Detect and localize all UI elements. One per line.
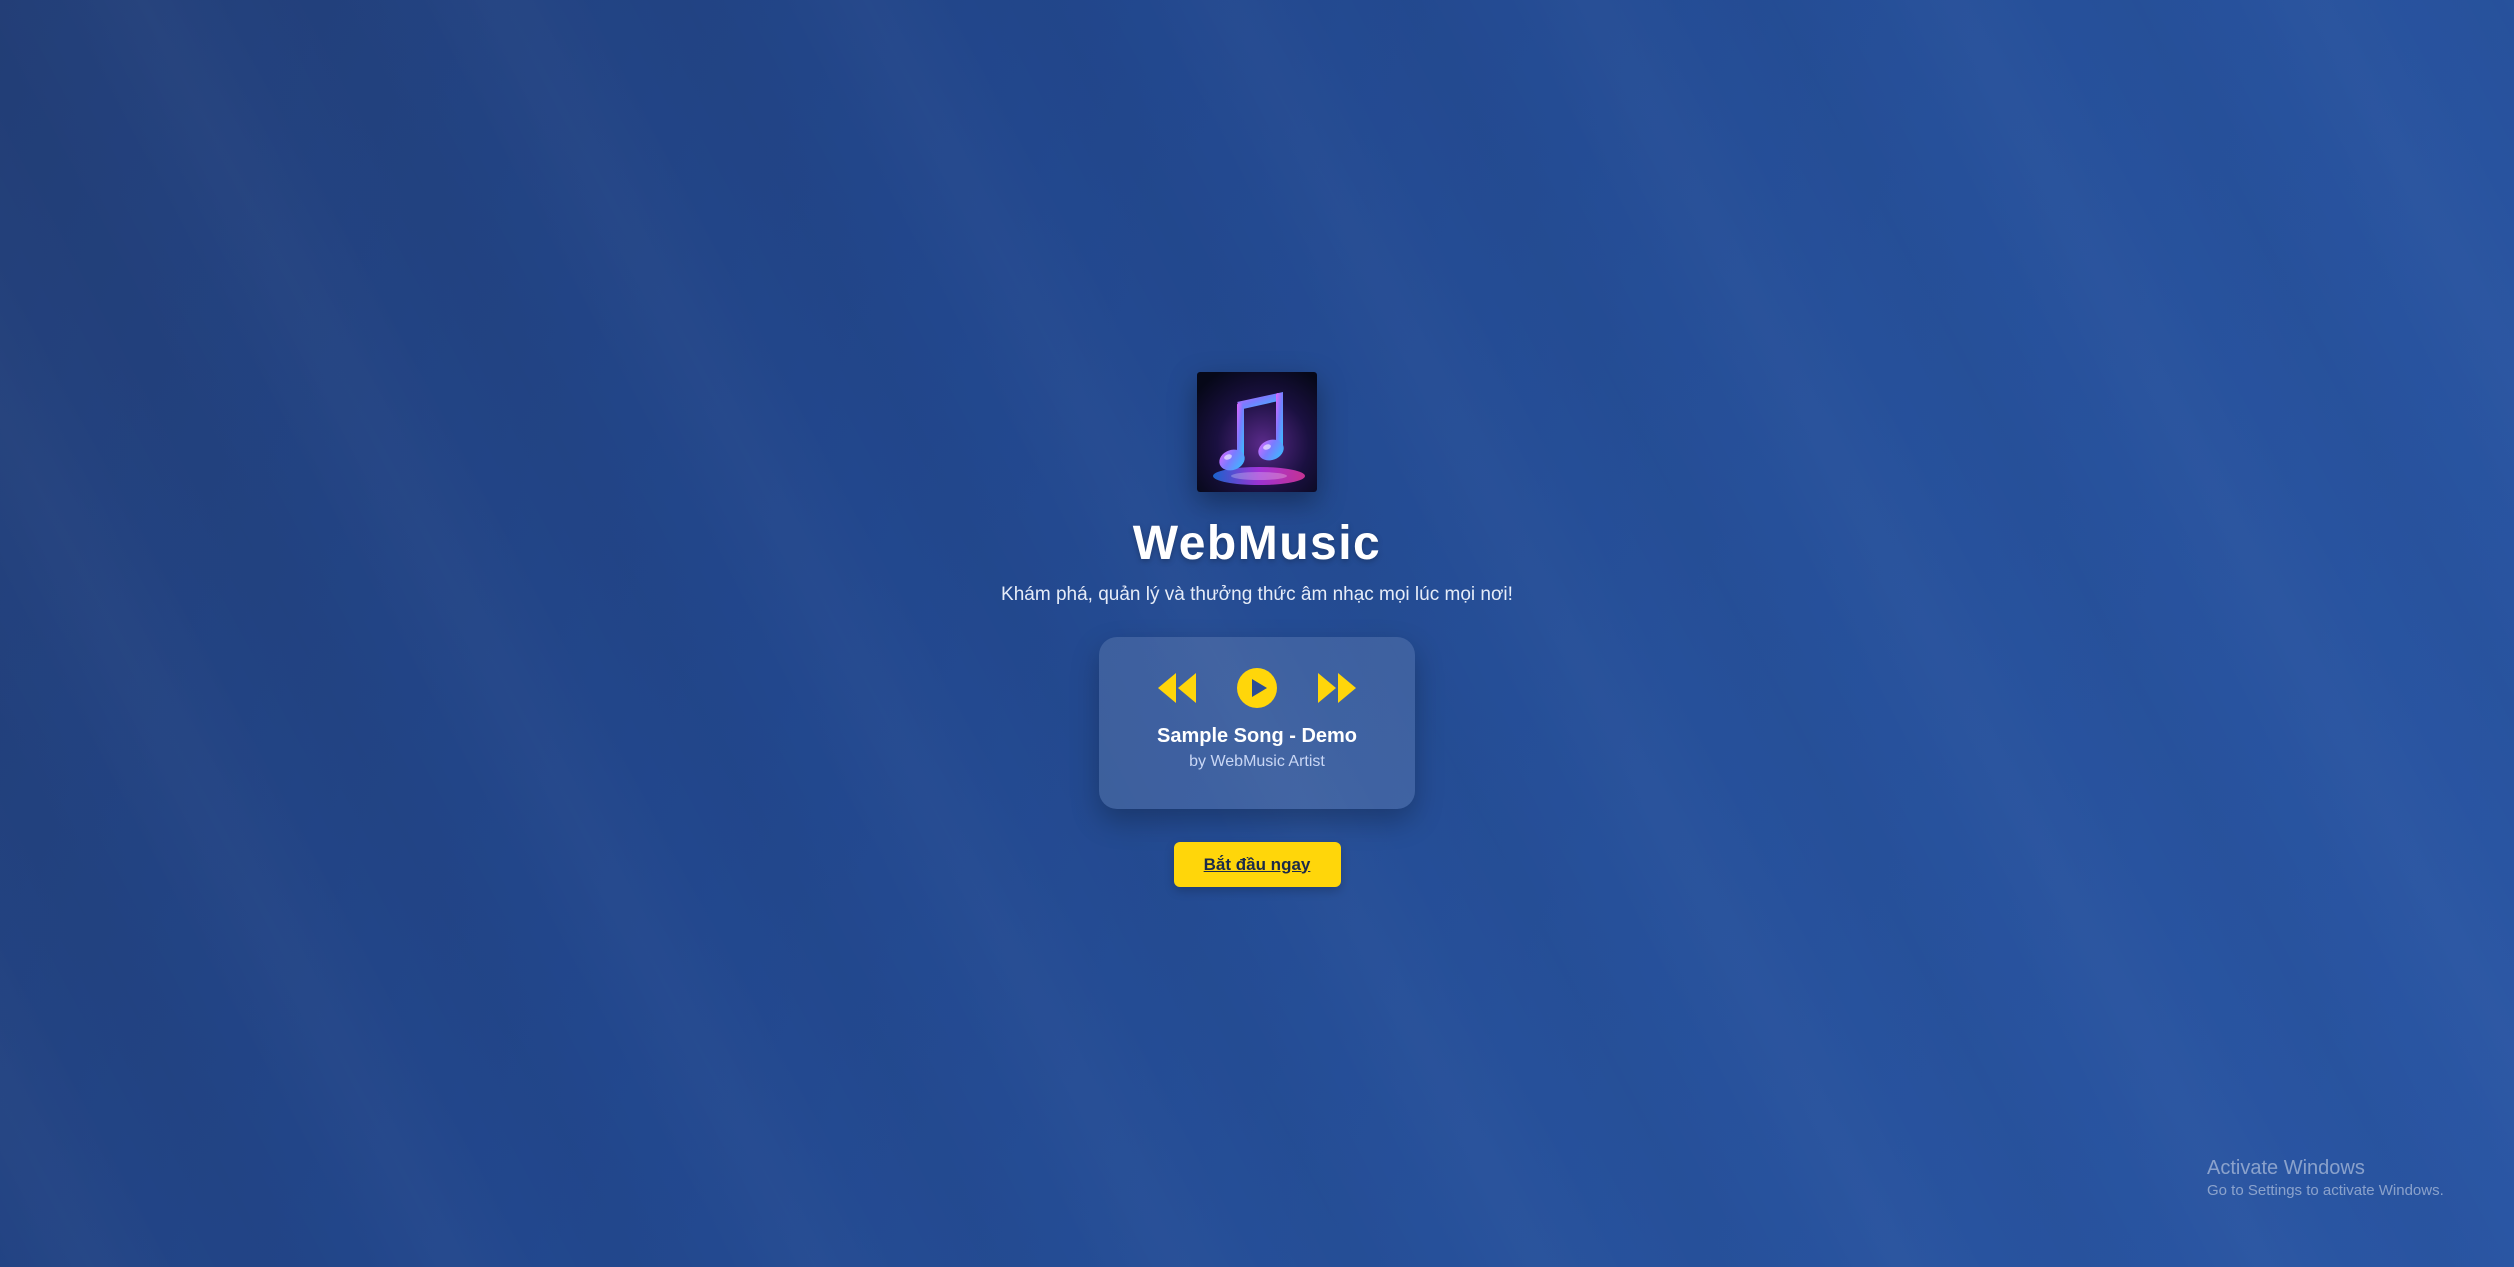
song-artist: by WebMusic Artist [1189,753,1325,770]
previous-button[interactable] [1156,671,1198,705]
player-card: Sample Song - Demo by WebMusic Artist [1099,637,1415,809]
play-button[interactable] [1236,667,1278,709]
hero-section: WebMusic Khám phá, quản lý và thưởng thứ… [0,372,2514,887]
music-note-icon [1197,372,1317,492]
song-title: Sample Song - Demo [1156,725,1358,747]
next-button[interactable] [1316,671,1358,705]
start-now-button[interactable]: Bắt đầu ngay [1173,842,1341,887]
tagline: Khám phá, quản lý và thưởng thức âm nhạc… [1001,584,1513,605]
watermark-title: Activate Windows [2207,1157,2365,1179]
player-controls [1156,667,1358,709]
fast-forward-icon [1318,673,1356,703]
watermark-subtitle: Go to Settings to activate Windows. [2207,1182,2444,1199]
rewind-icon [1158,673,1196,703]
play-circle-icon [1237,668,1277,708]
app-title: WebMusic [1132,517,1382,570]
windows-activation-watermark: Activate Windows Go to Settings to activ… [2207,1156,2444,1201]
